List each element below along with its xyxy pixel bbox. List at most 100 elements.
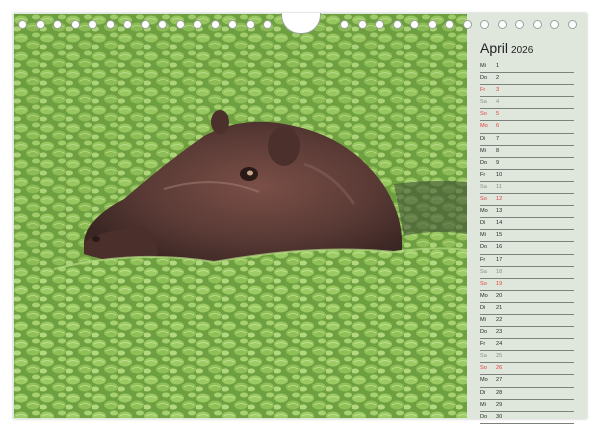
day-row: Mi 1 <box>480 61 574 74</box>
day-number: 7 <box>496 135 500 142</box>
calendar-photo <box>14 14 467 418</box>
day-number: 21 <box>496 304 503 311</box>
day-number: 12 <box>496 196 503 203</box>
day-number: 8 <box>496 147 500 154</box>
binding-hole <box>550 20 559 29</box>
binding-hole <box>392 20 402 29</box>
day-number: 29 <box>496 401 503 408</box>
year-label: 2026 <box>511 45 534 56</box>
binding-hole <box>245 20 255 29</box>
day-number: 5 <box>496 111 500 118</box>
day-number: 30 <box>496 413 503 420</box>
day-row: Mi 29 <box>480 400 574 412</box>
day-row: Mo 13 <box>480 206 574 219</box>
day-number: 15 <box>496 232 503 239</box>
binding-hole <box>18 20 27 29</box>
weekday-label: Mo <box>480 208 488 215</box>
day-number: 17 <box>496 256 503 263</box>
day-row: Di 7 <box>480 134 574 146</box>
day-row: Fr 10 <box>480 170 574 182</box>
day-number: 13 <box>496 208 503 215</box>
weekday-label: So <box>480 196 487 203</box>
day-list: Mi 1 Do 2 Fr 3 Sa 4 So 5 Mo 6 Di 7 Mi 8 Do 9 Fr 10 Sa 11 So 12 M… <box>480 61 574 424</box>
day-row: Mo 27 <box>480 375 574 388</box>
binding-hole <box>427 20 437 29</box>
weekday-label: Mi <box>480 63 486 69</box>
day-row: So 26 <box>480 363 574 376</box>
binding-hole <box>70 20 80 29</box>
day-row: Do 9 <box>480 158 574 170</box>
day-row: So 5 <box>480 109 574 122</box>
weekday-label: Sa <box>480 99 487 106</box>
day-row: Sa 18 <box>480 267 574 279</box>
day-row: Do 23 <box>480 327 574 340</box>
weekday-label: Sa <box>480 268 487 275</box>
day-row: Do 30 <box>480 412 574 424</box>
binding-hole <box>88 20 97 29</box>
binding-hole <box>228 20 237 29</box>
binding-hole <box>357 20 367 29</box>
binding-hole <box>263 20 272 29</box>
binding-hole <box>532 20 542 29</box>
day-row: Mo 20 <box>480 291 574 303</box>
day-number: 28 <box>496 389 503 396</box>
day-row: Mi 22 <box>480 315 574 328</box>
day-number: 3 <box>496 87 500 94</box>
weekday-label: Fr <box>480 87 486 94</box>
day-number: 18 <box>496 268 503 275</box>
hippo-photo <box>14 14 467 418</box>
weekday-label: Mi <box>480 316 486 323</box>
weekday-label: Do <box>480 75 488 82</box>
day-row: Sa 11 <box>480 182 574 195</box>
weekday-label: Do <box>480 413 488 420</box>
weekday-label: Fr <box>480 341 486 348</box>
day-row: Di 21 <box>480 303 574 315</box>
weekday-label: Sa <box>480 353 487 360</box>
day-row: Fr 3 <box>480 85 574 98</box>
day-number: 20 <box>496 292 503 299</box>
weekday-label: Mi <box>480 147 486 154</box>
day-number: 19 <box>496 280 503 287</box>
day-number: 27 <box>496 377 503 384</box>
weekday-label: Di <box>480 304 486 311</box>
day-row: So 19 <box>480 279 574 291</box>
weekday-label: So <box>480 280 487 287</box>
weekday-label: So <box>480 365 487 372</box>
weekday-label: Mo <box>480 292 488 299</box>
day-row: Di 28 <box>480 388 574 400</box>
binding-holes <box>18 20 584 32</box>
day-number: 1 <box>496 63 500 69</box>
binding-hole <box>462 20 472 29</box>
day-row: Mo 6 <box>480 121 574 134</box>
day-number: 23 <box>496 329 503 336</box>
day-row: Do 2 <box>480 73 574 86</box>
binding-hole <box>340 20 349 29</box>
binding-hole <box>158 20 167 29</box>
day-row: So 12 <box>480 194 574 207</box>
day-row: Mi 15 <box>480 230 574 243</box>
day-number: 22 <box>496 316 503 323</box>
weekday-label: Do <box>480 159 488 166</box>
day-number: 10 <box>496 171 503 178</box>
weekday-label: Mi <box>480 401 486 408</box>
binding-hole <box>515 20 524 29</box>
binding-hole <box>445 20 454 29</box>
day-row: Mi 8 <box>480 146 574 158</box>
day-number: 24 <box>496 341 503 348</box>
weekday-label: Sa <box>480 183 487 190</box>
day-number: 14 <box>496 220 503 227</box>
weekday-label: Do <box>480 329 488 336</box>
day-row: Fr 17 <box>480 255 574 267</box>
day-row: Di 14 <box>480 218 574 231</box>
day-number: 4 <box>496 99 500 106</box>
month-heading: April 2026 <box>480 40 533 56</box>
weekday-label: Di <box>480 135 486 142</box>
binding-hole <box>53 20 62 29</box>
day-number: 16 <box>496 244 503 251</box>
binding-hole <box>140 20 150 29</box>
weekday-label: Fr <box>480 171 486 178</box>
weekday-label: Do <box>480 244 488 251</box>
binding-hole <box>193 20 202 29</box>
day-number: 9 <box>496 159 500 166</box>
weekday-label: Mo <box>480 123 488 130</box>
